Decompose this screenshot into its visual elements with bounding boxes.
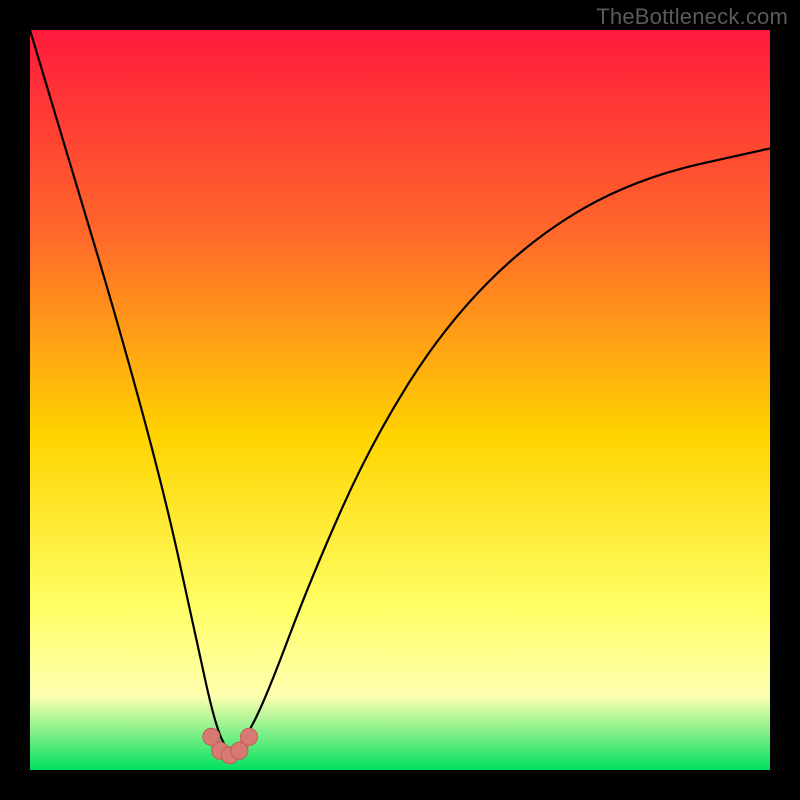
watermark-text: TheBottleneck.com: [596, 4, 788, 30]
chart-frame: TheBottleneck.com: [0, 0, 800, 800]
curve-right-branch: [230, 148, 770, 755]
plot-area: [30, 30, 770, 770]
marker-dot: [241, 728, 258, 745]
curve-left-branch: [30, 30, 230, 755]
curve-layer: [30, 30, 770, 770]
